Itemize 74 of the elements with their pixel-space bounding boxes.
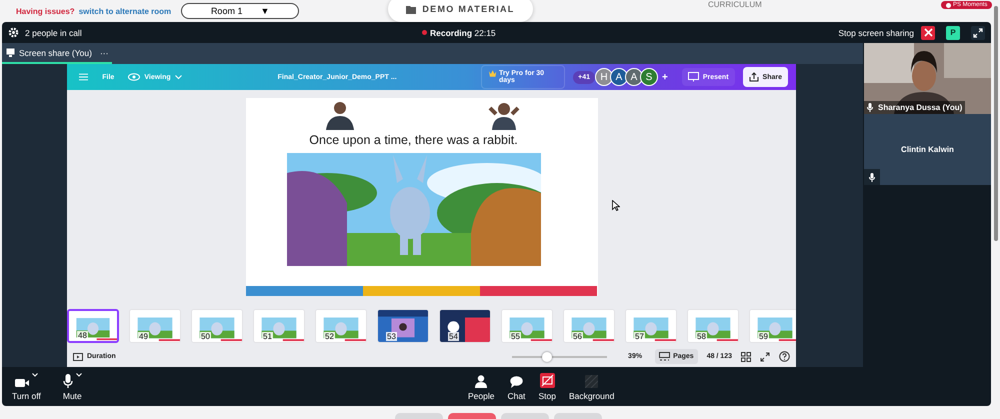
people-count: 2 people in call (25, 28, 82, 38)
pages-icon (659, 352, 670, 361)
stop-share-icon (540, 372, 555, 388)
mic-icon (867, 103, 873, 112)
settings-icon[interactable] (8, 27, 19, 38)
slide-thumbnail[interactable]: 49 (129, 309, 181, 343)
play-icon (73, 352, 83, 360)
cursor-icon (612, 200, 620, 211)
crown-icon (488, 70, 496, 77)
slide-thumbnail[interactable]: 58 (687, 309, 739, 343)
eye-icon (128, 73, 140, 81)
slide-thumbnail[interactable]: 57 (625, 309, 677, 343)
slide-thumbnail[interactable]: 54 (439, 309, 491, 343)
participant-name: Clintin Kalwin (901, 145, 954, 154)
slide-thumbnail[interactable]: 59 (749, 309, 796, 343)
page-number: 58 (696, 332, 707, 341)
collaborator-avatar[interactable]: A (610, 68, 628, 86)
curriculum-text: CURRICULUM (708, 0, 762, 9)
slider-thumb[interactable] (542, 352, 552, 362)
demo-material-label: DEMO MATERIAL (422, 4, 515, 14)
people-control[interactable]: People (466, 372, 496, 400)
stop-sharing-label: Stop screen sharing (838, 28, 914, 38)
close-button[interactable] (921, 26, 935, 40)
user-avatar[interactable]: P (946, 26, 960, 40)
page-number: 51 (262, 332, 273, 341)
slide-thumbnail[interactable]: 51 (253, 309, 305, 343)
page-number: 56 (572, 332, 583, 341)
fullscreen-icon[interactable] (760, 352, 770, 362)
demo-material-button[interactable]: DEMO MATERIAL (388, 0, 533, 22)
page-number: 59 (758, 332, 769, 341)
folder-icon (406, 4, 416, 14)
collaborator-avatar[interactable]: A (625, 68, 643, 86)
page-number: 48 (77, 331, 88, 340)
slide-thumbnail[interactable]: 50 (191, 309, 243, 343)
add-collaborator-button[interactable]: + (662, 72, 668, 82)
slide-thumbnail[interactable]: 56 (563, 309, 615, 343)
bottom-tab[interactable] (448, 413, 496, 419)
page-number: 49 (138, 332, 149, 341)
upload-icon (748, 72, 759, 82)
participant-name-label: Sharanya Dussa (You) (864, 101, 966, 114)
slide-thumbnail[interactable]: 48 (67, 309, 119, 343)
slide-thumbnail[interactable]: 53 (377, 309, 429, 343)
mic-icon (62, 374, 73, 388)
alternate-room-link[interactable]: switch to alternate room (78, 6, 172, 16)
issue-text: Having issues? (16, 6, 75, 16)
background-icon (585, 374, 598, 388)
page-number: 50 (200, 332, 211, 341)
help-icon[interactable] (779, 351, 790, 362)
chat-icon (510, 376, 523, 388)
room-select[interactable]: Room 1 ▼ (181, 3, 300, 19)
caret-icon[interactable] (32, 372, 38, 376)
camera-control[interactable]: Turn off (10, 372, 43, 400)
stop-control[interactable]: Stop (536, 372, 558, 400)
person-icon (475, 374, 488, 388)
collaborator-avatar[interactable]: S (640, 68, 658, 86)
screen-icon (688, 72, 699, 82)
page-number: 55 (510, 332, 521, 341)
chevron-icon (174, 74, 182, 80)
background-control[interactable]: Background (566, 372, 616, 400)
recording-status: Recording 22:15 (422, 28, 496, 38)
page-number: 52 (324, 332, 335, 341)
slide-thumbnail[interactable]: 55 (501, 309, 553, 343)
camera-icon (14, 378, 29, 388)
chat-control[interactable]: Chat (505, 372, 528, 400)
page-number: 53 (386, 332, 397, 341)
slide-caption: Once upon a time, there was a rabbit. (309, 133, 518, 147)
grid-view-icon[interactable] (741, 352, 751, 362)
slide-thumbnail[interactable]: 52 (315, 309, 367, 343)
caret-icon[interactable] (76, 372, 82, 376)
page-number: 57 (634, 332, 645, 341)
screen-icon (6, 48, 15, 57)
mic-control[interactable]: Mute (60, 372, 84, 400)
page-number: 54 (448, 332, 459, 341)
fullscreen-button[interactable] (971, 26, 985, 40)
